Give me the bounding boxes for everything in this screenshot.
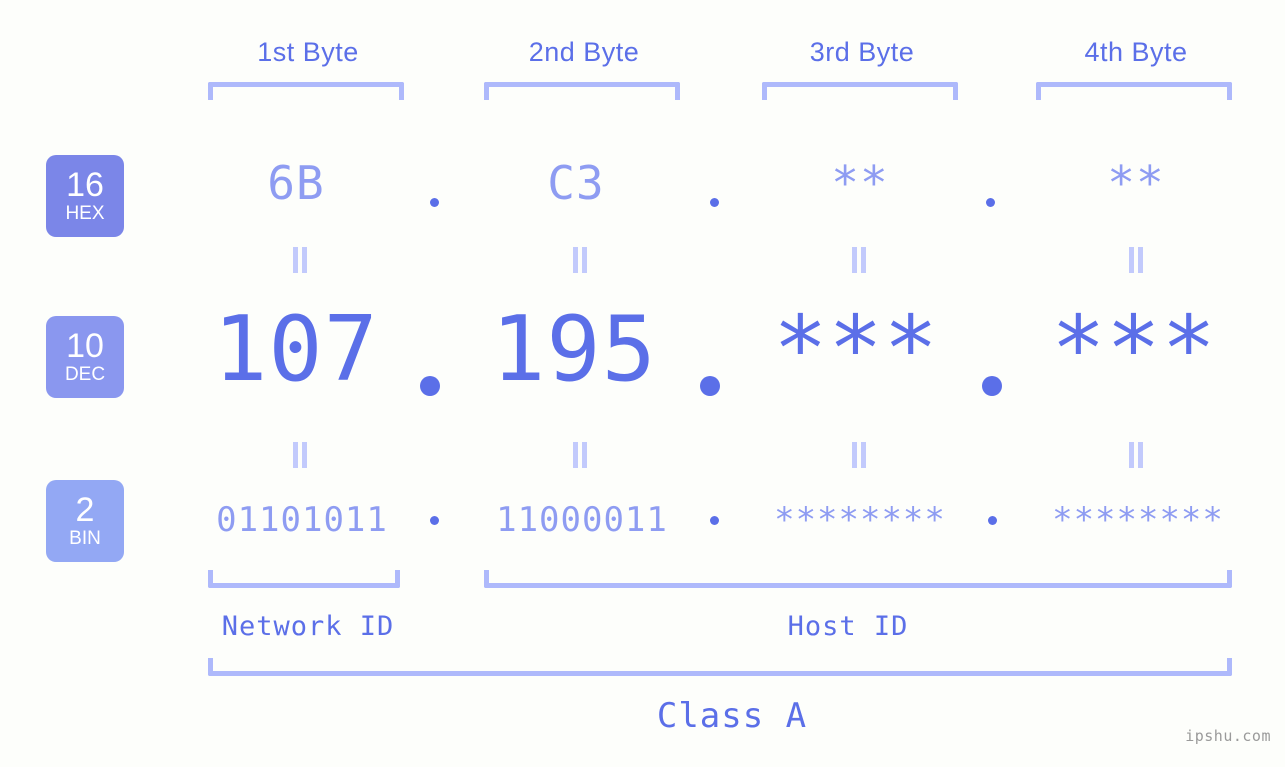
base-badge-hex-abbr: HEX [65, 203, 105, 224]
hex-separator-2 [710, 198, 719, 207]
base-badge-dec-abbr: DEC [64, 364, 106, 385]
bin-separator-3 [988, 516, 997, 525]
equals-connector-hex-dec-4 [1126, 247, 1146, 273]
hex-byte-2: C3 [547, 156, 605, 210]
ip-address-breakdown-diagram: { "headers": [ { "label": "1st Byte" }, … [0, 0, 1285, 767]
bin-separator-1 [430, 516, 439, 525]
host-id-bracket [484, 570, 1232, 588]
dec-separator-1 [420, 376, 440, 396]
dec-separator-2 [700, 376, 720, 396]
watermark: ipshu.com [1185, 727, 1271, 745]
network-id-label: Network ID [221, 611, 395, 642]
base-badge-hex-number: 16 [66, 166, 104, 204]
base-badge-bin-number: 2 [75, 491, 95, 529]
equals-connector-hex-dec-3 [849, 247, 869, 273]
hex-separator-3 [986, 198, 995, 207]
hex-separator-1 [430, 198, 439, 207]
byte-bracket-top-3 [762, 82, 958, 100]
byte-header-4: 4th Byte [1084, 37, 1188, 67]
byte-bracket-top-1 [208, 82, 404, 100]
bin-byte-4: ******** [1052, 500, 1224, 540]
base-badge-dec: 10 DEC [46, 316, 124, 398]
bin-byte-3: ******** [774, 500, 946, 540]
hex-byte-4: ** [1107, 156, 1165, 210]
hex-byte-1: 6B [267, 156, 325, 210]
host-id-label: Host ID [787, 611, 909, 642]
base-badge-bin: 2 BIN [46, 480, 124, 562]
equals-connector-hex-dec-1 [290, 247, 310, 273]
dec-byte-3: *** [773, 297, 939, 402]
byte-bracket-top-4 [1036, 82, 1232, 100]
hex-byte-3: ** [831, 156, 889, 210]
dec-byte-2: 195 [491, 297, 657, 402]
equals-connector-dec-bin-1 [290, 442, 310, 468]
byte-header-3: 3rd Byte [809, 37, 915, 67]
equals-connector-hex-dec-2 [570, 247, 590, 273]
bin-byte-2: 11000011 [496, 500, 668, 540]
bin-separator-2 [710, 516, 719, 525]
base-badge-bin-abbr: BIN [69, 528, 101, 549]
byte-header-2: 2nd Byte [528, 37, 640, 67]
dec-byte-4: *** [1051, 297, 1217, 402]
class-label: Class A [656, 696, 808, 736]
bin-byte-1: 01101011 [216, 500, 388, 540]
equals-connector-dec-bin-2 [570, 442, 590, 468]
dec-separator-3 [982, 376, 1002, 396]
class-bracket [208, 658, 1232, 676]
equals-connector-dec-bin-3 [849, 442, 869, 468]
equals-connector-dec-bin-4 [1126, 442, 1146, 468]
byte-bracket-top-2 [484, 82, 680, 100]
network-id-bracket [208, 570, 400, 588]
base-badge-dec-number: 10 [66, 327, 104, 365]
byte-header-1: 1st Byte [257, 37, 359, 67]
dec-byte-1: 107 [213, 297, 379, 402]
base-badge-hex: 16 HEX [46, 155, 124, 237]
